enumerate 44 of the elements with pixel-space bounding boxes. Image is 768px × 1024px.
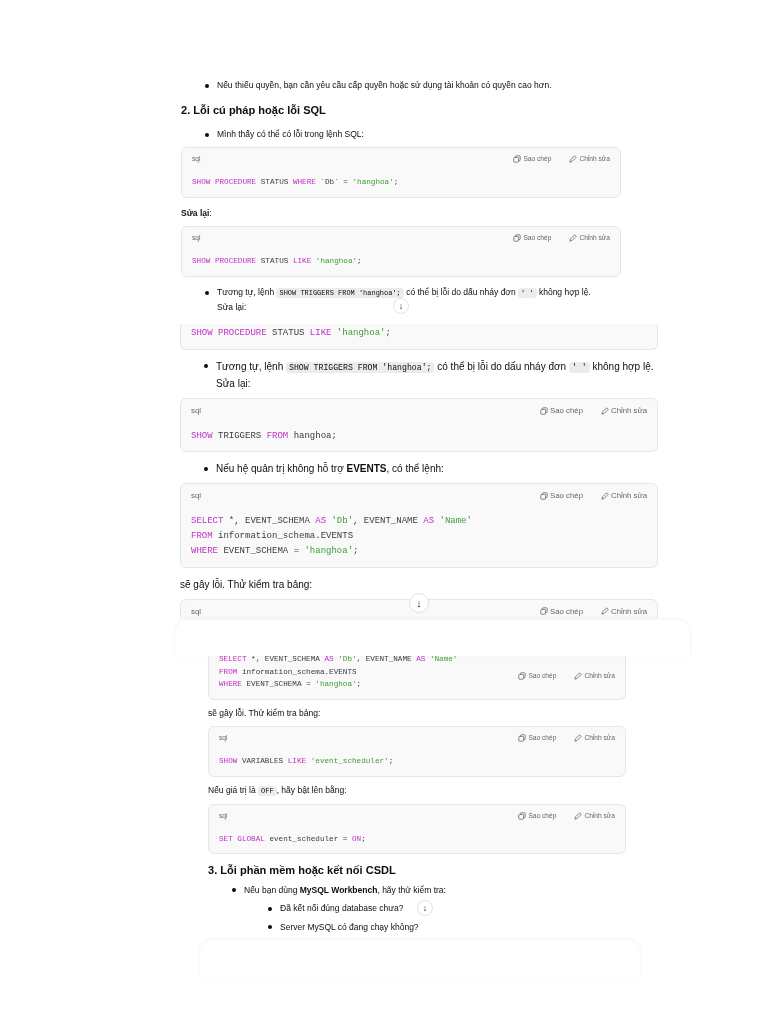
list-item-text: Mình thấy có thể có lỗi trong lệnh SQL: — [217, 129, 364, 139]
list-item-text: Nếu bạn dùng MySQL Workbench, hãy thử kiểm tra: — [244, 884, 446, 895]
bullet-icon — [232, 888, 236, 893]
bullet-icon — [205, 290, 209, 295]
code-text: SELECT *, EVENT_SCHEMA AS 'Db', EVENT_NAME AS 'Name' FROM information_schema.EVENTS WHERE EVENT_SCHEMA = 'hanghoa'; — [190, 515, 473, 558]
copy-icon — [540, 406, 549, 415]
bullet-icon — [205, 132, 209, 137]
copy-icon — [513, 234, 522, 243]
section-heading: 3. Lỗi phần mềm hoặc kết nối CSDL — [208, 863, 397, 879]
pencil-icon — [569, 155, 578, 164]
list-item-text: Sửa lại: — [216, 377, 251, 389]
scroll-down-button[interactable]: ↓ — [417, 900, 433, 916]
section-heading: 2. Lỗi cú pháp hoặc lỗi SQL — [181, 103, 327, 119]
bullet-icon — [268, 925, 272, 930]
list-item-text: Nếu hệ quản trị không hỗ trợ EVENTS, có thể lệnh: — [216, 463, 444, 475]
copy-icon — [518, 811, 527, 820]
copy-icon — [540, 492, 549, 501]
scroll-down-button[interactable]: ↓ — [393, 298, 409, 314]
list-item-text: Tương tự, lệnh SHOW TRIGGERS FROM 'hanghoa'; có thể bị lỗi do dấu nháy đơn ' ' không hợp lệ. — [216, 360, 654, 372]
paragraph: Sửa lại: — [181, 207, 213, 220]
list-item-text: Sửa lại: — [217, 301, 247, 312]
scroll-down-button[interactable]: ↓ — [409, 593, 429, 613]
bullet-icon — [204, 466, 208, 471]
paragraph: sẽ gây lỗi. Thử kiểm tra bảng: — [180, 577, 314, 592]
pencil-icon — [574, 671, 583, 680]
list-item-text: Server MySQL có đang chạy không? — [280, 921, 419, 932]
list-item-text: Đã kết nối đúng database chưa? — [280, 903, 404, 914]
code-text: SHOW TRIGGERS FROM hanghoa; — [190, 429, 338, 443]
pencil-icon — [601, 607, 609, 616]
pencil-icon — [574, 811, 583, 820]
bullet-icon — [268, 906, 272, 911]
pencil-icon — [569, 234, 578, 243]
copy-icon — [540, 607, 549, 616]
bullet-icon — [204, 364, 208, 369]
pencil-icon — [601, 406, 609, 415]
copy-icon — [518, 734, 527, 743]
paragraph: sẽ gây lỗi. Thử kiểm tra bảng: — [208, 706, 322, 720]
copy-icon — [518, 671, 527, 680]
pencil-icon — [574, 734, 583, 743]
code-text: SHOW PROCEDURE STATUS LIKE 'hanghoa'; — [190, 327, 392, 340]
list-item-text: Nếu thiếu quyền, bạn cần yêu cầu cấp quyền hoặc sử dụng tài khoản có quyền cao hơn. — [217, 80, 552, 90]
pencil-icon — [601, 492, 609, 501]
bullet-icon — [205, 83, 209, 88]
copy-icon — [513, 155, 522, 164]
